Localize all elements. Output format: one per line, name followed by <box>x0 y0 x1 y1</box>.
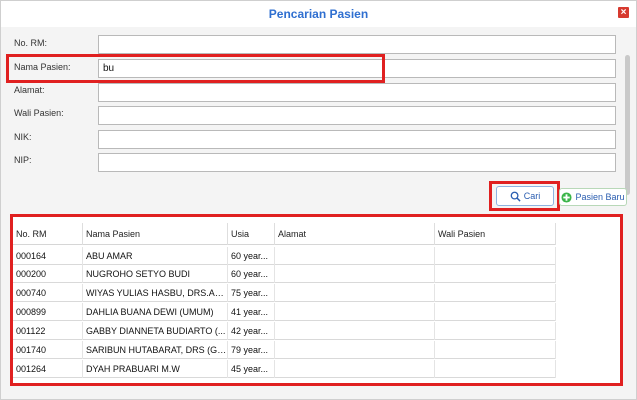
cell-no-rm: 000740 <box>13 284 83 302</box>
nip-label: NIP: <box>14 155 32 165</box>
nip-field[interactable] <box>98 153 616 172</box>
cell-usia: 42 year... <box>228 322 275 340</box>
table-row[interactable]: 001122 GABBY DIANNETA BUDIARTO (... 42 y… <box>13 322 556 340</box>
column-header-nama-pasien[interactable]: Nama Pasien <box>83 223 228 245</box>
cell-nama-pasien: ABU AMAR <box>83 247 228 265</box>
cell-usia: 79 year... <box>228 341 275 359</box>
table-row[interactable]: 000899 DAHLIA BUANA DEWI (UMUM) 41 year.… <box>13 303 556 321</box>
column-header-alamat[interactable]: Alamat <box>275 223 435 245</box>
wali-pasien-field[interactable] <box>98 106 616 125</box>
patient-results-grid: No. RM Nama Pasien Usia Alamat Wali Pasi… <box>10 214 623 386</box>
dialog-title: Pencarian Pasien <box>268 7 369 21</box>
alamat-label: Alamat: <box>14 85 45 95</box>
cell-nama-pasien: GABBY DIANNETA BUDIARTO (... <box>83 322 228 340</box>
cell-alamat <box>275 265 435 283</box>
grid-header: No. RM Nama Pasien Usia Alamat Wali Pasi… <box>13 223 556 245</box>
cell-wali-pasien <box>435 247 556 265</box>
cell-alamat <box>275 322 435 340</box>
table-row[interactable]: 000164 ABU AMAR 60 year... <box>13 247 556 265</box>
cell-wali-pasien <box>435 265 556 283</box>
cell-wali-pasien <box>435 341 556 359</box>
cell-alamat <box>275 303 435 321</box>
cari-button-highlight <box>489 181 560 211</box>
cell-alamat <box>275 247 435 265</box>
pasien-baru-button[interactable]: Pasien Baru <box>559 188 627 206</box>
title-bar: Pencarian Pasien × <box>1 1 636 27</box>
cell-nama-pasien: WIYAS YULIAS HASBU, DRS.Ak,... <box>83 284 228 302</box>
nik-label: NIK: <box>14 132 32 142</box>
search-form: No. RM: Nama Pasien: bu Alamat: Wali Pas… <box>1 27 636 195</box>
wali-pasien-label: Wali Pasien: <box>14 108 64 118</box>
patient-search-dialog: Pencarian Pasien × No. RM: Nama Pasien: … <box>0 0 637 400</box>
column-header-wali-pasien[interactable]: Wali Pasien <box>435 223 556 245</box>
cell-alamat <box>275 360 435 378</box>
cell-no-rm: 001740 <box>13 341 83 359</box>
cell-nama-pasien: DAHLIA BUANA DEWI (UMUM) <box>83 303 228 321</box>
table-row[interactable]: 001264 DYAH PRABUARI M.W 45 year... <box>13 360 556 378</box>
table-row[interactable]: 000740 WIYAS YULIAS HASBU, DRS.Ak,... 75… <box>13 284 556 302</box>
cell-no-rm: 000200 <box>13 265 83 283</box>
column-header-usia[interactable]: Usia <box>228 223 275 245</box>
form-scrollbar-thumb[interactable] <box>625 55 630 195</box>
nama-pasien-highlight <box>6 54 385 83</box>
form-scrollbar[interactable] <box>623 55 633 195</box>
column-header-no-rm[interactable]: No. RM <box>13 223 83 245</box>
alamat-field[interactable] <box>98 83 616 102</box>
dialog-bottom-edge <box>1 393 636 399</box>
add-icon <box>561 191 573 203</box>
cell-wali-pasien <box>435 360 556 378</box>
cell-wali-pasien <box>435 284 556 302</box>
cell-nama-pasien: NUGROHO SETYO BUDI <box>83 265 228 283</box>
grid-body: No. RM Nama Pasien Usia Alamat Wali Pasi… <box>13 217 620 383</box>
cell-usia: 75 year... <box>228 284 275 302</box>
cell-no-rm: 000164 <box>13 247 83 265</box>
pasien-baru-button-label: Pasien Baru <box>575 192 625 202</box>
no-rm-field[interactable] <box>98 35 616 54</box>
cell-nama-pasien: SARIBUN HUTABARAT, DRS (GA... <box>83 341 228 359</box>
cell-usia: 60 year... <box>228 265 275 283</box>
cell-usia: 60 year... <box>228 247 275 265</box>
cell-usia: 45 year... <box>228 360 275 378</box>
table-row[interactable]: 000200 NUGROHO SETYO BUDI 60 year... <box>13 265 556 283</box>
cell-alamat <box>275 341 435 359</box>
table-row[interactable]: 001740 SARIBUN HUTABARAT, DRS (GA... 79 … <box>13 341 556 359</box>
cell-nama-pasien: DYAH PRABUARI M.W <box>83 360 228 378</box>
no-rm-label: No. RM: <box>14 38 48 48</box>
cell-wali-pasien <box>435 303 556 321</box>
cell-no-rm: 001264 <box>13 360 83 378</box>
cell-alamat <box>275 284 435 302</box>
nik-field[interactable] <box>98 130 616 149</box>
cell-no-rm: 001122 <box>13 322 83 340</box>
cell-usia: 41 year... <box>228 303 275 321</box>
cell-wali-pasien <box>435 322 556 340</box>
cell-no-rm: 000899 <box>13 303 83 321</box>
close-icon[interactable]: × <box>618 7 629 18</box>
